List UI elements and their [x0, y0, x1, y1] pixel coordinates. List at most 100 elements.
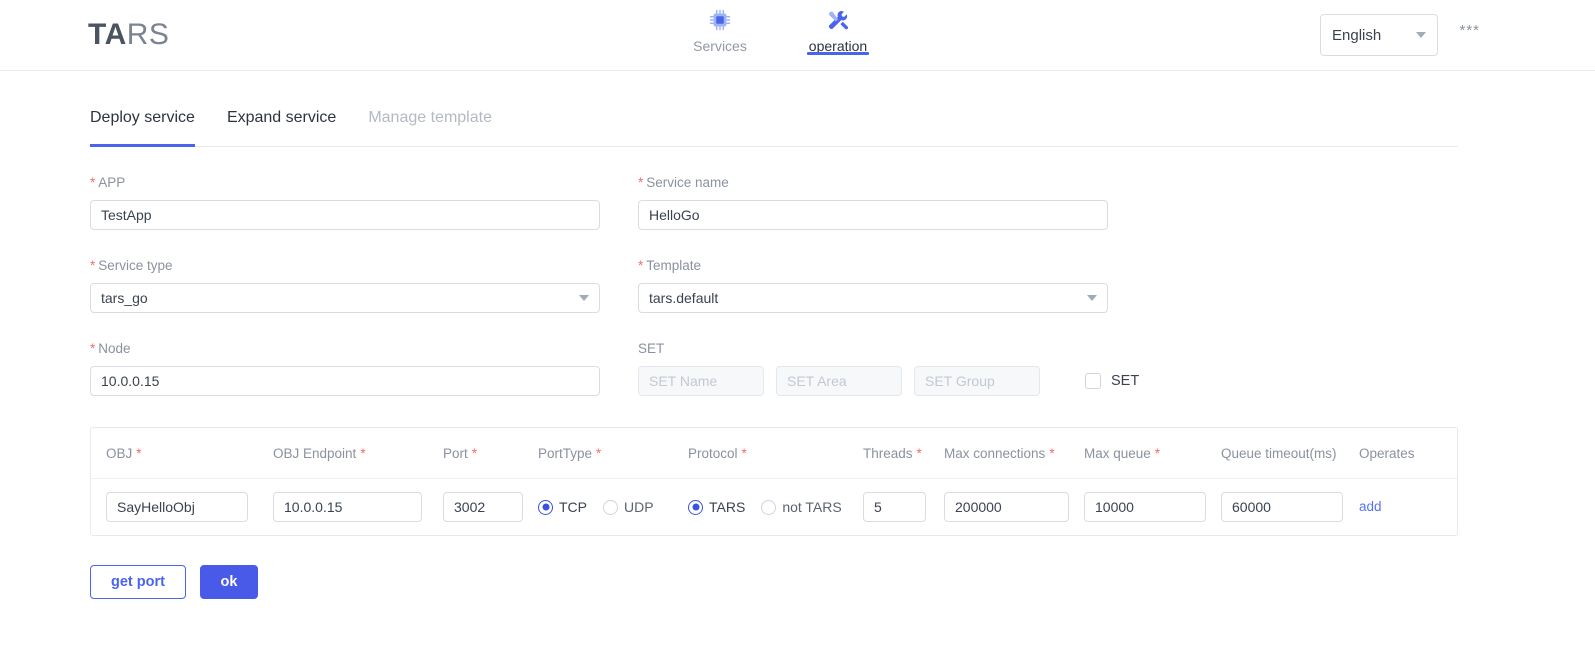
form-col-right-3: SET SET — [638, 313, 1139, 396]
node-input[interactable] — [90, 366, 600, 396]
header-more-menu[interactable]: *** — [1459, 22, 1480, 39]
form-row-2: * Service type tars_go * Template tars.def… — [90, 230, 1595, 313]
obj-input[interactable] — [106, 492, 248, 522]
table-header-obj-endpoint-text: OBJ Endpoint — [273, 445, 357, 461]
protocol-radio-tars[interactable]: TARS — [688, 499, 745, 515]
form-actions: get port ok — [90, 565, 1595, 599]
porttype-radio-group: TCP UDP — [538, 499, 673, 515]
table-header-protocol-text: Protocol — [688, 445, 738, 461]
radio-unselected-icon — [761, 499, 777, 515]
porttype-radio-udp[interactable]: UDP — [603, 499, 654, 515]
form-col-right-1: * Service name — [638, 147, 1108, 230]
required-asterisk: * — [90, 341, 96, 356]
table-header-obj-endpoint: OBJ Endpoint * — [258, 446, 428, 461]
form-col-left-1: * APP — [90, 147, 600, 230]
set-area-input[interactable] — [776, 366, 902, 396]
language-value: English — [1332, 26, 1382, 44]
app-header: TARS Services operation English *** — [0, 0, 1595, 71]
cell-operates: add — [1344, 498, 1424, 516]
table-header-porttype: PortType * — [523, 446, 673, 461]
table-header-max-connections-text: Max connections — [944, 445, 1046, 461]
required-asterisk: * — [90, 258, 96, 273]
label-node-text: Node — [98, 341, 131, 356]
wrench-tools-icon — [798, 7, 878, 33]
nav-item-operation[interactable]: operation — [798, 0, 878, 55]
cell-queue-timeout — [1206, 492, 1344, 522]
required-asterisk: * — [741, 445, 747, 461]
chevron-down-icon — [1087, 295, 1097, 301]
field-template: * Template tars.default — [638, 257, 1108, 313]
required-asterisk: * — [136, 445, 142, 461]
logo-text-light: RS — [126, 18, 170, 51]
label-service-type-text: Service type — [98, 258, 173, 273]
label-app-text: APP — [98, 175, 126, 190]
get-port-button[interactable]: get port — [90, 565, 186, 599]
add-row-link[interactable]: add — [1359, 499, 1382, 514]
protocol-radio-group: TARS not TARS — [688, 499, 848, 515]
max-queue-input[interactable] — [1084, 492, 1206, 522]
set-checkbox-label: SET — [1111, 373, 1140, 389]
required-asterisk: * — [916, 445, 922, 461]
cell-port — [428, 492, 523, 522]
required-asterisk: * — [90, 175, 96, 190]
form-col-left-3: * Node — [90, 313, 600, 396]
cpu-chip-icon — [680, 7, 760, 33]
ok-button[interactable]: ok — [200, 565, 258, 599]
chevron-down-icon — [579, 295, 589, 301]
table-row: TCP UDP TARS not TARS — [91, 479, 1457, 535]
radio-selected-icon — [688, 499, 703, 515]
protocol-radio-tars-label: TARS — [709, 499, 746, 515]
set-inputs-row: SET — [638, 366, 1139, 396]
protocol-radio-not-tars[interactable]: not TARS — [761, 499, 842, 515]
table-header-port: Port * — [428, 446, 523, 461]
label-node: * Node — [90, 340, 600, 358]
set-name-input[interactable] — [638, 366, 764, 396]
form-row-1: *APP *Service name — [90, 147, 1595, 230]
label-template-text: Template — [646, 258, 702, 273]
label-service-name-text: Service name — [646, 175, 729, 190]
tab-expand-service[interactable]: Expand service — [227, 108, 336, 146]
table-header-max-connections: Max connections * — [929, 446, 1069, 461]
set-group-input[interactable] — [914, 366, 1040, 396]
service-type-select[interactable]: tars_go — [90, 283, 600, 313]
label-template: * Template — [638, 257, 1108, 275]
threads-input[interactable] — [863, 492, 926, 522]
max-connections-input[interactable] — [944, 492, 1069, 522]
required-asterisk: * — [638, 258, 644, 273]
table-header-threads: Threads * — [848, 446, 929, 461]
queue-timeout-input[interactable] — [1221, 492, 1343, 522]
service-type-value: tars_go — [101, 290, 148, 306]
required-asterisk: * — [596, 445, 602, 461]
nav-item-services[interactable]: Services — [680, 0, 760, 55]
cell-max-queue — [1069, 492, 1206, 522]
table-header-row: OBJ * OBJ Endpoint * Port * PortType * Proto… — [91, 428, 1457, 479]
service-name-input[interactable] — [638, 200, 1108, 230]
required-asterisk: * — [1049, 445, 1055, 461]
form-col-right-2: * Template tars.default — [638, 230, 1108, 313]
tab-deploy-service[interactable]: Deploy service — [90, 108, 195, 147]
obj-endpoint-input[interactable] — [273, 492, 422, 522]
required-asterisk: * — [471, 445, 478, 461]
porttype-radio-tcp-label: TCP — [559, 499, 587, 515]
language-selector[interactable]: English — [1320, 14, 1438, 56]
tars-logo[interactable]: TARS — [88, 16, 169, 54]
table-header-obj: OBJ * — [91, 446, 258, 461]
porttype-radio-tcp[interactable]: TCP — [538, 499, 587, 515]
template-select[interactable]: tars.default — [638, 283, 1108, 313]
required-asterisk: * — [360, 445, 366, 461]
table-header-max-queue: Max queue * — [1069, 446, 1206, 461]
porttype-radio-udp-label: UDP — [624, 499, 654, 515]
app-input[interactable] — [90, 200, 600, 230]
table-header-porttype-text: PortType — [538, 445, 593, 461]
port-input[interactable] — [443, 492, 523, 522]
field-service-name: * Service name — [638, 174, 1108, 230]
deploy-form: *APP *Service name *Service ty — [90, 147, 1595, 396]
set-checkbox-wrapper[interactable]: SET — [1085, 373, 1139, 389]
required-asterisk: * — [638, 175, 644, 190]
nav-label-services: Services — [693, 38, 747, 54]
set-checkbox[interactable] — [1085, 373, 1101, 389]
page-content: Deploy service Expand service Manage tem… — [0, 108, 1595, 599]
label-service-name: * Service name — [638, 174, 1108, 192]
label-service-type: * Service type — [90, 257, 600, 275]
cell-obj-endpoint — [258, 492, 428, 522]
